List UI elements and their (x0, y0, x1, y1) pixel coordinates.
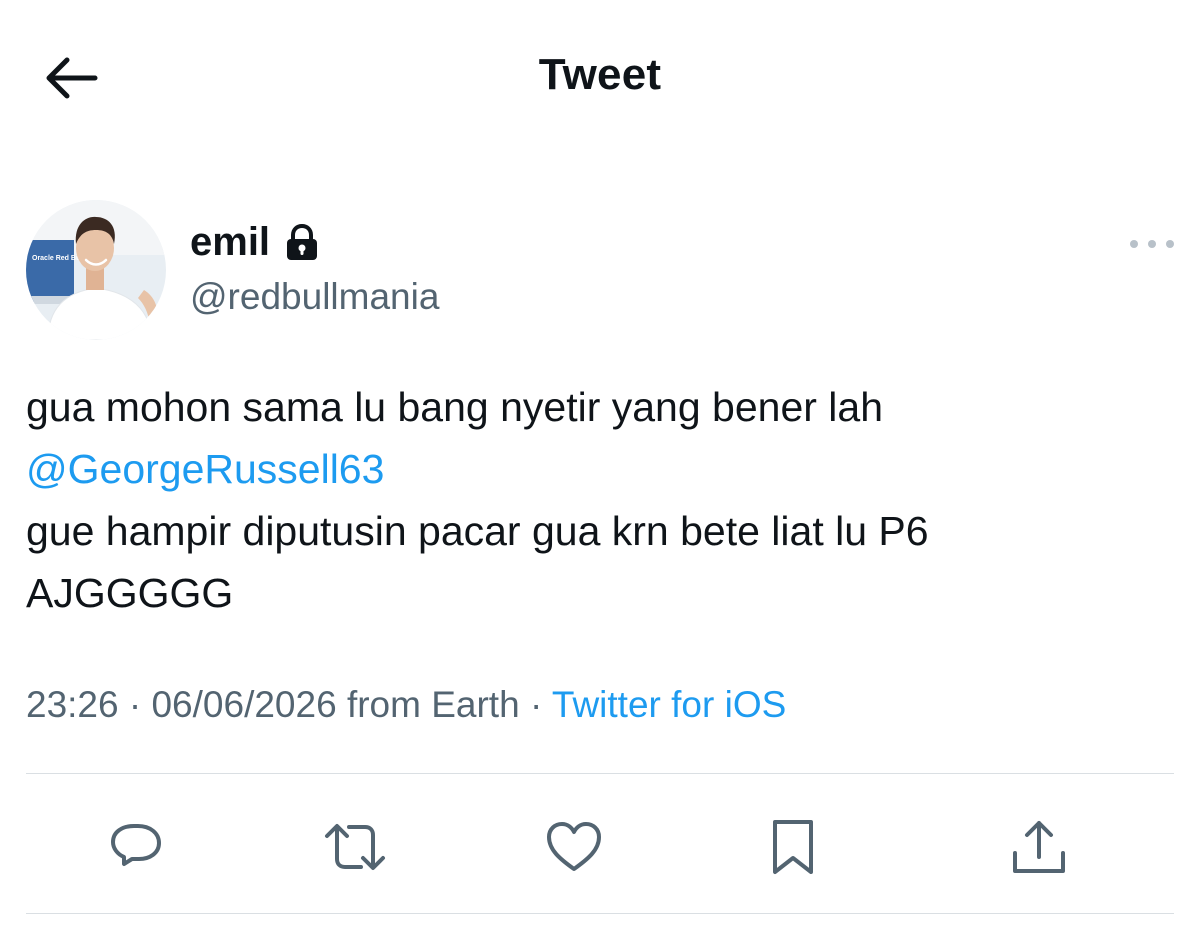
tweet-text-line: AJGGGGG (26, 570, 234, 616)
author-name-text: emil (190, 220, 271, 264)
heart-icon (547, 822, 601, 871)
author-name[interactable]: emil (190, 220, 320, 265)
tweet-location: from Earth (346, 684, 520, 725)
reply-button[interactable] (101, 812, 171, 882)
page-title: Tweet (538, 50, 662, 99)
more-dot-icon (1148, 240, 1156, 248)
meta-separator: · (529, 684, 543, 725)
top-bar: Tweet (0, 0, 1200, 160)
tweet-source-link[interactable]: Twitter for iOS (552, 684, 786, 725)
meta-separator: · (128, 684, 142, 725)
share-icon (1013, 821, 1065, 873)
lock-icon (284, 223, 320, 262)
comment-icon (111, 824, 161, 866)
divider (26, 913, 1174, 914)
tweet-author: Oracle Red Bull Racing emil @redbullmani… (26, 200, 1176, 340)
tweet-text: gua mohon sama lu bang nyetir yang bener… (26, 376, 1176, 624)
more-dot-icon (1166, 240, 1174, 248)
share-button[interactable] (1004, 812, 1074, 882)
retweet-icon (325, 824, 385, 870)
like-button[interactable] (539, 812, 609, 882)
mention-link[interactable]: @GeorgeRussell63 (26, 438, 1176, 500)
bookmark-button[interactable] (758, 812, 828, 882)
tweet-text-line: gua mohon sama lu bang nyetir yang bener… (26, 384, 884, 430)
tweet-time: 23:26 (26, 684, 119, 725)
tweet-text-line: gue hampir diputusin pacar gua krn bete … (26, 508, 929, 554)
more-options-button[interactable] (1130, 232, 1174, 256)
more-dot-icon (1130, 240, 1138, 248)
author-handle[interactable]: @redbullmania (190, 276, 439, 318)
action-bar (0, 790, 1200, 900)
tweet-date: 06/06/2026 (151, 684, 337, 725)
divider (26, 773, 1174, 774)
tweet-meta: 23:26 · 06/06/2026 from Earth · Twitter … (26, 684, 786, 726)
avatar[interactable]: Oracle Red Bull Racing (26, 200, 166, 340)
bookmark-icon (773, 820, 813, 874)
retweet-button[interactable] (320, 812, 390, 882)
